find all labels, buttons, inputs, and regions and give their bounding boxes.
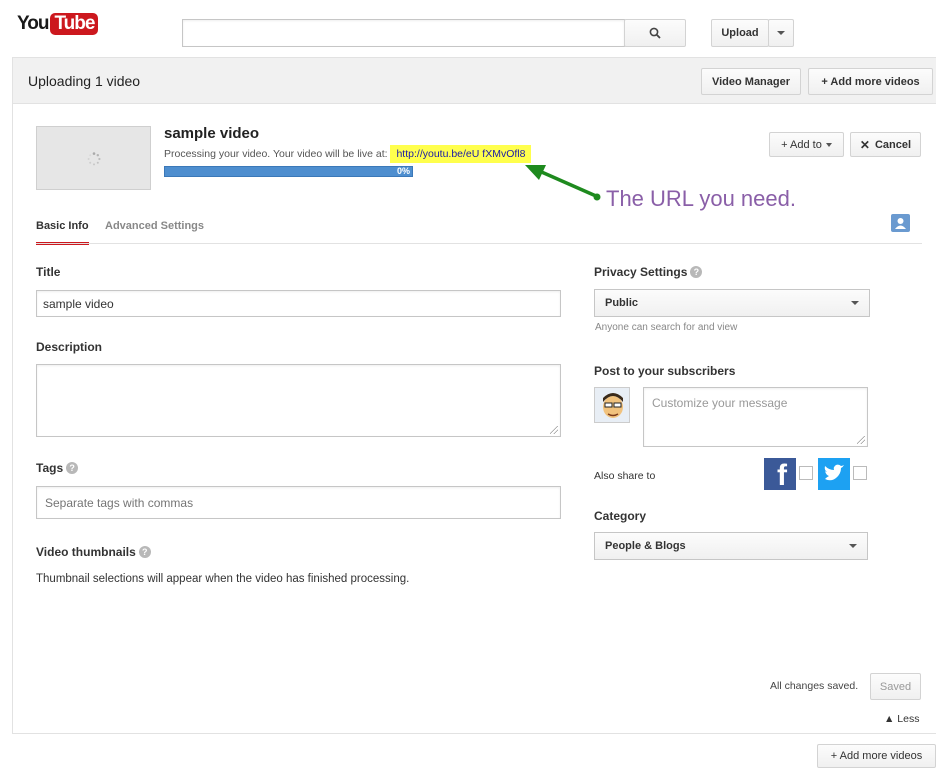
processing-text: Processing your video. Your video will b… (164, 148, 388, 160)
upload-progress-bar: 0% (164, 166, 413, 177)
search-icon (649, 27, 661, 39)
cancel-label: Cancel (874, 138, 912, 151)
description-label: Description (36, 340, 103, 354)
saved-label: Saved (879, 680, 912, 693)
youtube-logo[interactable]: You Tube (17, 12, 99, 36)
add-more-videos-bottom-button[interactable]: + Add more videos (817, 744, 936, 768)
less-toggle[interactable]: ▲ Less (884, 713, 920, 725)
processing-message: Processing your video. Your video will b… (164, 145, 532, 163)
twitter-icon[interactable] (818, 458, 850, 490)
title-label: Title (36, 265, 61, 279)
resize-handle[interactable] (857, 436, 865, 444)
close-icon: ✕ (859, 137, 870, 152)
video-title: sample video (164, 125, 260, 142)
privacy-label: Privacy Settings (594, 265, 688, 279)
tab-basic-info[interactable]: Basic Info (36, 218, 89, 245)
logo-tube-text: Tube (50, 13, 99, 35)
annotation-text: The URL you need. (606, 186, 796, 211)
tags-heading: Tags? (36, 461, 79, 475)
privacy-heading: Privacy Settings? (594, 265, 703, 279)
thumbnails-label: Video thumbnails (36, 545, 136, 559)
add-more-videos-bottom-label: + Add more videos (830, 750, 923, 762)
top-header: You Tube Upload (0, 0, 936, 56)
help-icon[interactable]: ? (690, 266, 703, 278)
add-to-label: + Add to (781, 138, 822, 151)
thumbnails-note: Thumbnail selections will appear when th… (36, 573, 410, 585)
subscriber-message-textarea[interactable]: Customize your message (643, 387, 868, 447)
message-placeholder: Customize your message (652, 396, 788, 410)
twitter-share-checkbox[interactable] (853, 466, 867, 480)
tags-input[interactable] (36, 486, 561, 519)
help-icon[interactable]: ? (138, 546, 151, 558)
search-button[interactable] (624, 19, 686, 47)
privacy-selected: Public (605, 297, 639, 309)
add-to-button[interactable]: + Add to (769, 132, 844, 157)
share-panel-toggle[interactable] (891, 214, 910, 232)
tab-basic-info-label: Basic Info (36, 220, 89, 232)
help-icon[interactable]: ? (66, 462, 79, 474)
thumbnails-heading: Video thumbnails? (36, 545, 151, 559)
upload-status-bar: Uploading 1 video Video Manager + Add mo… (12, 57, 936, 104)
facebook-share-checkbox[interactable] (799, 466, 813, 480)
tags-label: Tags (36, 461, 64, 475)
upload-label: Upload (721, 27, 759, 39)
video-manager-label: Video Manager (711, 75, 791, 88)
tabs-divider (36, 243, 922, 244)
privacy-hint: Anyone can search for and view (595, 322, 738, 333)
save-status-text: All changes saved. (770, 680, 859, 692)
annotation-arrow (525, 165, 601, 201)
description-textarea[interactable] (36, 364, 561, 437)
tab-advanced-settings[interactable]: Advanced Settings (105, 218, 204, 245)
cancel-button[interactable]: ✕ Cancel (850, 132, 921, 157)
saved-button: Saved (870, 673, 921, 700)
add-more-videos-button[interactable]: + Add more videos (808, 68, 933, 95)
title-input[interactable] (36, 290, 561, 317)
logo-you-text: You (17, 13, 50, 34)
avatar (594, 387, 630, 423)
category-selected: People & Blogs (605, 540, 686, 552)
search-input[interactable] (182, 19, 625, 47)
person-icon (895, 218, 906, 229)
category-select[interactable]: People & Blogs (594, 532, 868, 560)
loading-spinner-icon (87, 152, 101, 166)
subscribers-label: Post to your subscribers (594, 364, 736, 378)
also-share-label: Also share to (594, 470, 656, 482)
privacy-select[interactable]: Public (594, 289, 870, 317)
chevron-down-icon (777, 31, 785, 35)
add-more-videos-label: + Add more videos (821, 75, 920, 88)
category-label: Category (594, 509, 647, 523)
facebook-icon[interactable]: f (764, 458, 796, 490)
video-manager-button[interactable]: Video Manager (701, 68, 801, 95)
tab-advanced-settings-label: Advanced Settings (105, 220, 205, 232)
progress-label: 0% (396, 166, 410, 176)
chevron-down-icon (825, 142, 832, 147)
upload-button[interactable]: Upload (711, 19, 769, 47)
resize-handle[interactable] (550, 426, 558, 434)
chevron-down-icon (851, 301, 859, 305)
video-thumbnail-placeholder (36, 126, 151, 190)
video-url-link[interactable]: http://youtu.be/eU fXMvOfl8 (390, 145, 532, 163)
upload-dropdown-button[interactable] (768, 19, 794, 47)
chevron-down-icon (849, 544, 857, 548)
page-title: Uploading 1 video (28, 73, 141, 89)
